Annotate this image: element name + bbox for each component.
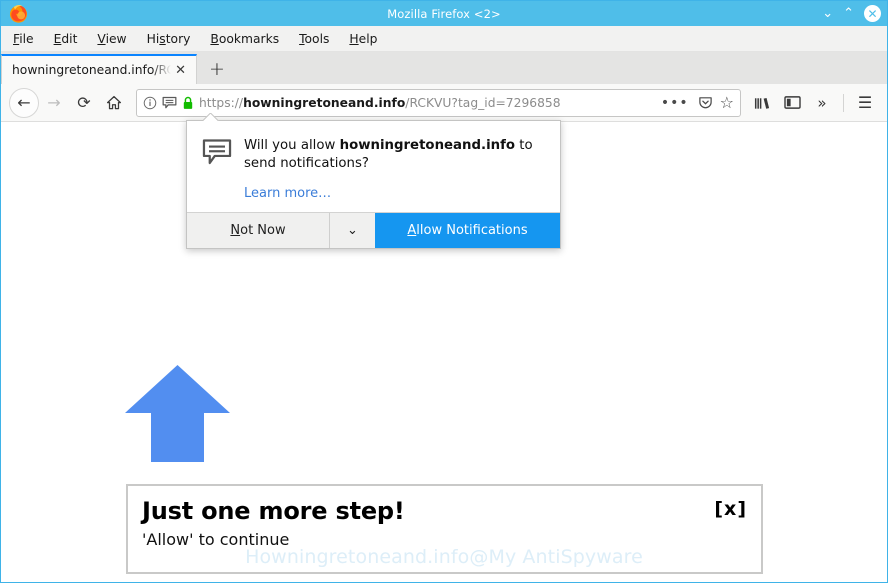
maximize-button[interactable]: ⌃ (843, 7, 854, 20)
firefox-logo-icon (9, 4, 28, 23)
menu-tools[interactable]: Tools (299, 32, 329, 46)
pocket-icon[interactable] (698, 95, 713, 110)
page-box-header: Just one more step! [x] (142, 497, 747, 525)
blue-up-arrow-icon (125, 365, 230, 462)
close-window-button[interactable]: ✕ (864, 5, 881, 22)
info-circle-icon[interactable] (143, 96, 157, 110)
popup-body: Will you allow howningretoneand.info to … (187, 121, 560, 212)
toolbar-separator (843, 93, 844, 112)
window-title: Mozilla Firefox <2> (387, 6, 501, 21)
notification-permission-icon[interactable] (162, 96, 177, 110)
notification-permission-popup: Will you allow howningretoneand.info to … (186, 120, 561, 250)
menu-file[interactable]: File (13, 32, 34, 46)
watermark-text: Howningretoneand.info@My AntiSpyware (245, 546, 643, 568)
menu-edit[interactable]: Edit (54, 32, 78, 46)
home-icon (106, 95, 122, 109)
url-text[interactable]: https://howningretoneand.info/RCKVU?tag_… (199, 96, 652, 110)
address-bar[interactable]: https://howningretoneand.info/RCKVU?tag_… (136, 88, 741, 117)
toolbar-right-buttons: » ☰ (748, 89, 879, 117)
tab-close-icon[interactable]: ✕ (171, 63, 190, 78)
reload-button[interactable]: ⟳ (69, 88, 99, 118)
tab-active[interactable]: howningretoneand.info/RCKV ✕ (1, 54, 197, 84)
tab-label: howningretoneand.info/RCKV (12, 63, 172, 77)
browser-window: Mozilla Firefox <2> ⌄ ⌃ ✕ File Edit View… (0, 0, 888, 583)
menu-help[interactable]: Help (349, 32, 377, 46)
popup-dropdown-button[interactable]: ⌄ (329, 213, 375, 249)
popup-question: Will you allow howningretoneand.info to … (244, 137, 544, 172)
sidebar-icon[interactable] (778, 89, 806, 117)
title-bar: Mozilla Firefox <2> ⌄ ⌃ ✕ (1, 1, 887, 26)
back-button[interactable]: ← (9, 87, 39, 118)
home-button[interactable] (99, 88, 129, 118)
menu-bookmarks[interactable]: Bookmarks (210, 32, 279, 46)
popup-tail (203, 113, 219, 121)
allow-notifications-button[interactable]: Allow Notifications (375, 213, 560, 249)
menu-bar: File Edit View History Bookmarks Tools H… (1, 26, 887, 52)
library-icon[interactable] (748, 89, 776, 117)
popup-footer: Not Now ⌄ Allow Notifications (187, 212, 560, 249)
menu-view[interactable]: View (97, 32, 126, 46)
page-title: Just one more step! (142, 497, 405, 525)
forward-button[interactable]: → (39, 88, 69, 118)
popup-text-wrapper: Will you allow howningretoneand.info to … (244, 137, 544, 201)
page-actions-icon[interactable]: ••• (657, 95, 693, 111)
page-box-close-button[interactable]: [x] (714, 498, 747, 520)
menu-history[interactable]: History (147, 32, 191, 46)
popup-question-prefix: Will you allow (244, 138, 340, 153)
hamburger-menu-icon[interactable]: ☰ (851, 89, 879, 117)
navigation-toolbar: ← → ⟳ https://howningretoneand.info/RCKV… (1, 84, 887, 122)
not-now-button[interactable]: Not Now (187, 213, 329, 249)
bookmark-star-icon[interactable]: ☆ (718, 93, 734, 112)
padlock-icon[interactable] (182, 96, 194, 110)
learn-more-link[interactable]: Learn more… (244, 186, 331, 201)
overflow-chevron-icon[interactable]: » (808, 89, 836, 117)
tab-bar: howningretoneand.info/RCKV ✕ + (1, 52, 887, 84)
new-tab-button[interactable]: + (197, 54, 237, 84)
notification-bubble-icon (202, 137, 232, 201)
window-controls: ⌄ ⌃ ✕ (822, 1, 881, 26)
minimize-button[interactable]: ⌄ (822, 7, 833, 20)
popup-question-domain: howningretoneand.info (339, 138, 516, 153)
